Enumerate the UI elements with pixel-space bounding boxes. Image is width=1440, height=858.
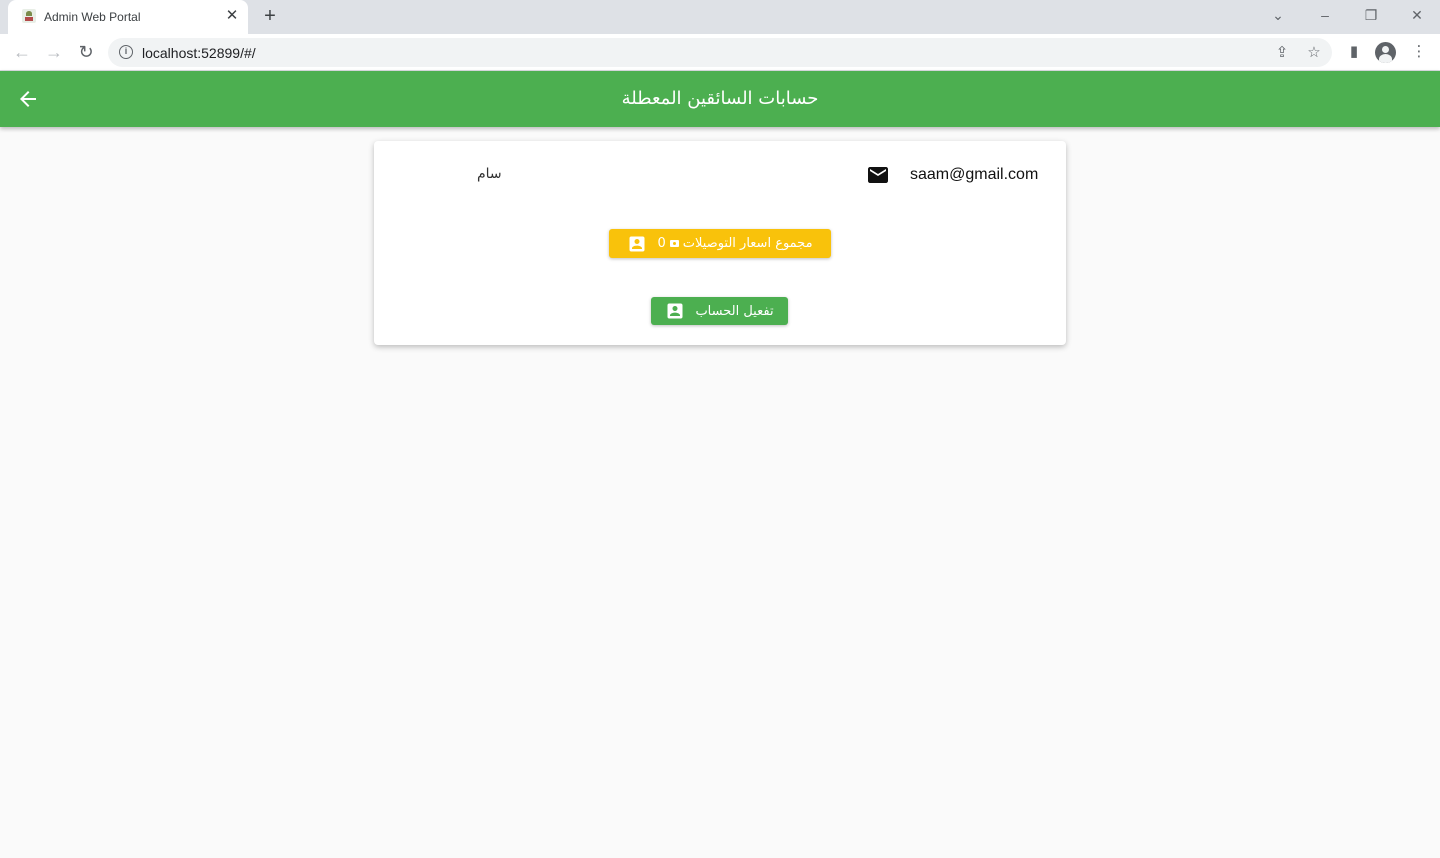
close-window-icon[interactable]: ✕ — [1405, 4, 1429, 26]
driver-card: سام saam@gmail.com مجموع اسعار التوصيلات… — [374, 141, 1066, 345]
browser-toolbar: ← → ↻ i localhost:52899/#/ ⇪ ☆ ▮ ⋮ — [0, 34, 1440, 71]
restore-icon[interactable]: ❐ — [1359, 4, 1383, 26]
driver-name: سام — [477, 166, 502, 182]
driver-email: saam@gmail.com — [910, 166, 1039, 183]
minimize-icon[interactable]: – — [1313, 4, 1337, 26]
forward-nav-icon[interactable]: → — [42, 40, 66, 64]
new-tab-icon[interactable]: + — [258, 5, 282, 29]
browser-tab[interactable]: Admin Web Portal ✕ — [8, 0, 248, 34]
account-box-icon — [627, 234, 647, 254]
total-deliveries-label: مجموع اسعار التوصيلات — [682, 236, 813, 251]
tab-title: Admin Web Portal — [44, 10, 141, 24]
share-icon[interactable]: ⇪ — [1272, 43, 1292, 63]
back-nav-icon[interactable]: ← — [10, 40, 34, 64]
money-icon — [669, 240, 679, 247]
back-arrow-icon[interactable] — [16, 87, 40, 111]
url-text[interactable]: localhost:52899/#/ — [142, 45, 256, 61]
page-title: حسابات السائقين المعطلة — [621, 88, 819, 109]
email-icon — [868, 167, 888, 183]
address-bar[interactable]: i localhost:52899/#/ ⇪ ☆ — [108, 38, 1332, 67]
site-info-icon[interactable]: i — [119, 45, 133, 59]
bookmark-star-icon[interactable]: ☆ — [1304, 43, 1324, 63]
browser-tabstrip: Admin Web Portal ✕ + ⌄ – ❐ ✕ — [0, 0, 1440, 34]
reload-icon[interactable]: ↻ — [74, 40, 98, 64]
app-favicon-icon — [22, 9, 36, 23]
total-deliveries-amount: 0 — [657, 236, 666, 251]
menu-kebab-icon[interactable]: ⋮ — [1408, 41, 1430, 63]
activate-account-button[interactable]: تفعيل الحساب — [651, 297, 788, 325]
profile-avatar-icon[interactable] — [1375, 42, 1396, 63]
tab-search-icon[interactable]: ⌄ — [1266, 4, 1290, 26]
side-panel-icon[interactable]: ▮ — [1343, 41, 1365, 63]
app-bar: حسابات السائقين المعطلة — [0, 71, 1440, 127]
activate-account-label: تفعيل الحساب — [695, 303, 774, 319]
account-box-icon — [665, 301, 685, 321]
close-tab-icon[interactable]: ✕ — [224, 8, 240, 24]
total-deliveries-button[interactable]: مجموع اسعار التوصيلات 0 — [609, 229, 831, 258]
